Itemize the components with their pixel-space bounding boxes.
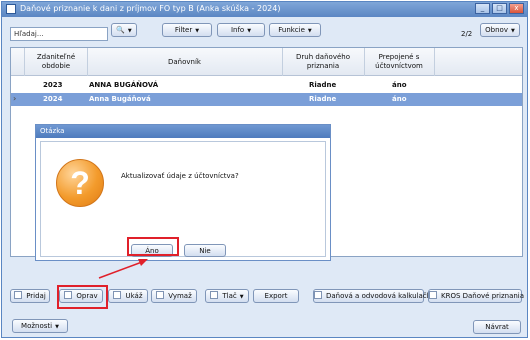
no-button[interactable]: Nie (184, 244, 226, 257)
tlac-button[interactable]: Tlač ▼ (205, 289, 249, 303)
cell-prepojene: áno (392, 95, 407, 103)
question-icon: ? (56, 159, 104, 207)
chevron-down-icon: ▼ (195, 28, 200, 34)
moznosti-button[interactable]: Možnosti ▼ (12, 319, 68, 333)
funkcie-button[interactable]: Funkcie ▼ (269, 23, 321, 37)
main-window: Daňové priznanie k dani z príjmov FO typ… (1, 1, 528, 338)
cell-druh: Riadne (309, 95, 337, 103)
cell-prepojene: áno (392, 81, 407, 89)
obnov-button[interactable]: Obnov ▼ (480, 23, 520, 37)
close-button[interactable]: x (509, 3, 524, 14)
kalkulacka-button[interactable]: Daňová a odvodová kalkulačka (313, 289, 435, 303)
filter-label: Filter (174, 26, 193, 34)
kros-icon (429, 291, 437, 299)
col-header-druh[interactable]: Druh daňového priznania (282, 53, 364, 71)
export-button[interactable]: Export (253, 289, 299, 303)
app-icon (6, 4, 16, 14)
col-header-obdobie[interactable]: Zdaniteľné obdobie (25, 53, 87, 71)
col-header-danovnik[interactable]: Daňovník (87, 58, 282, 67)
minimize-button[interactable]: _ (475, 3, 490, 14)
chevron-down-icon: ▼ (127, 28, 132, 34)
chevron-down-icon: ▼ (239, 294, 244, 300)
cell-danovnik: Anna Bugáňová (89, 95, 151, 103)
dialog-message: Aktualizovať údaje z účtovníctva? (121, 172, 239, 180)
toolbar: Hľadaj... 🔍 ▼ Filter ▼ Info ▼ Funkcie ▼ 2/2 … (2, 23, 527, 43)
kros-button[interactable]: KROS Daňové priznania (428, 289, 524, 303)
page-indicator: 2/2 (461, 30, 473, 38)
dialog-body: ? Aktualizovať údaje z účtovníctva? Áno … (40, 141, 326, 257)
window-title: Daňové priznanie k dani z príjmov FO typ… (20, 4, 281, 13)
funkcie-label: Funkcie (278, 26, 305, 34)
obnov-label: Obnov (485, 26, 508, 34)
add-icon (14, 291, 23, 299)
question-dialog: Otázka ? Aktualizovať údaje z účtovníctv… (35, 124, 331, 261)
highlight-box-yes (127, 237, 179, 256)
navrat-button[interactable]: Návrat (473, 320, 521, 334)
search-input[interactable]: Hľadaj... (10, 27, 108, 41)
pridaj-button[interactable]: Pridaj (10, 289, 50, 303)
search-icon: 🔍 (116, 26, 125, 34)
dialog-title: Otázka (36, 125, 330, 138)
vymaz-button[interactable]: Vymaž (151, 289, 197, 303)
grid-header: Zdaniteľné obdobie Daňovník Druh daňovéh… (11, 48, 522, 76)
maximize-button[interactable]: □ (492, 3, 507, 14)
chevron-down-icon: ▼ (510, 28, 515, 34)
view-icon (113, 291, 122, 299)
search-options-button[interactable]: 🔍 ▼ (111, 23, 137, 37)
cell-danovnik: ANNA BUGÁŇOVÁ (89, 81, 159, 89)
cell-druh: Riadne (309, 81, 337, 89)
table-row-selected[interactable]: › 2024 Anna Bugáňová Riadne áno (11, 93, 522, 106)
row-pointer-icon: › (13, 94, 17, 103)
col-header-prepojene[interactable]: Prepojené s účtovníctvom (364, 53, 434, 71)
table-row[interactable]: 2023 ANNA BUGÁŇOVÁ Riadne áno (11, 79, 522, 92)
calculator-icon (314, 291, 322, 299)
delete-icon (156, 291, 165, 299)
chevron-down-icon: ▼ (307, 28, 312, 34)
info-label: Info (230, 26, 245, 34)
chevron-down-icon: ▼ (55, 324, 59, 330)
ukaz-button[interactable]: Ukáž (108, 289, 148, 303)
info-button[interactable]: Info ▼ (217, 23, 265, 37)
printer-icon (210, 291, 219, 299)
title-bar: Daňové priznanie k dani z príjmov FO typ… (2, 2, 527, 17)
cell-obdobie: 2023 (43, 81, 63, 89)
cell-obdobie: 2024 (43, 95, 63, 103)
filter-button[interactable]: Filter ▼ (162, 23, 212, 37)
chevron-down-icon: ▼ (247, 28, 252, 34)
highlight-box-oprav (57, 285, 108, 309)
